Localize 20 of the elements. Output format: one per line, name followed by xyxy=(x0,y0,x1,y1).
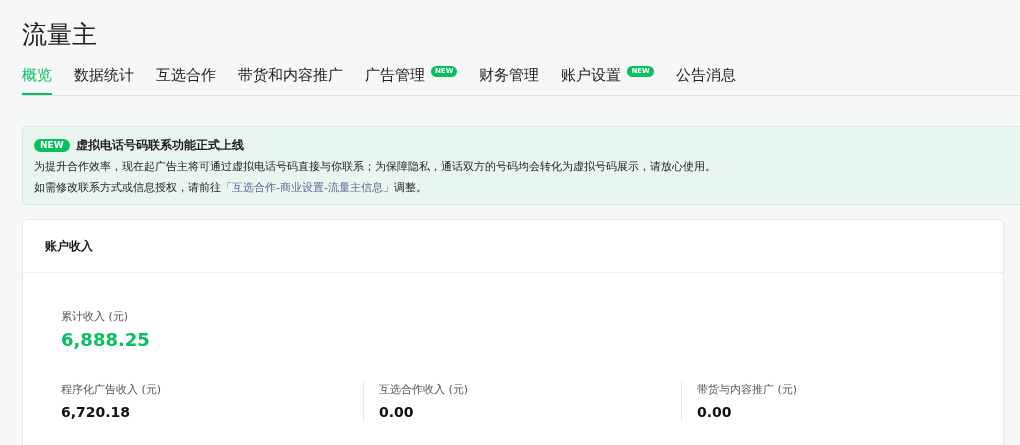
stat-label: 累计收入 (元) xyxy=(61,309,130,325)
tab[interactable]: 财务管理 xyxy=(479,64,540,95)
stat-value: 0.00 xyxy=(379,403,415,421)
stat-label: 带货与内容推广 (元) xyxy=(697,382,799,398)
tab[interactable]: 带货和内容推广 xyxy=(238,64,343,95)
notice-text: 如需修改联系方式或信息授权，请前往「互选合作-商业设置-流量主信息」调整。 xyxy=(34,180,428,196)
stat-value: 6,888.25 xyxy=(61,328,151,352)
stat-label: 互选合作收入 (元) xyxy=(379,382,470,398)
stat-value: 0.00 xyxy=(697,403,733,421)
tab[interactable]: 公告消息 xyxy=(675,64,736,95)
stat-value: 6,720.18 xyxy=(61,403,132,421)
new-badge: NEW xyxy=(34,139,70,152)
tab[interactable]: 互选合作 xyxy=(156,64,216,95)
card-title: 账户收入 xyxy=(45,237,93,255)
notice-title: 虚拟电话号码联系功能正式上线 xyxy=(75,137,244,154)
stat-label: 程序化广告收入 (元) xyxy=(61,382,163,398)
settings-link[interactable]: 「互选合作-商业设置-流量主信息」 xyxy=(221,181,394,194)
tab[interactable]: 数据统计 xyxy=(74,64,134,95)
notice-text: 为提升合作效率，现在起广告主将可通过虚拟电话号码直接与你联系；为保障隐私，通话双方的号码均会转化为虚拟号码展示，请放心使用。 xyxy=(34,159,717,175)
page-title: 流量主 xyxy=(22,19,98,51)
